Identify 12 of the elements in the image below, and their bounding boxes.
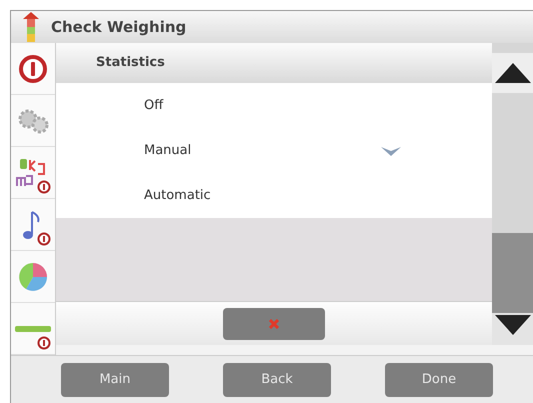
option-label: Automatic xyxy=(144,186,211,205)
down-arrow-icon xyxy=(494,315,530,335)
scroll-thumb[interactable] xyxy=(492,233,533,313)
option-label: Manual xyxy=(144,142,192,160)
option-label: Off xyxy=(144,96,164,115)
close-icon xyxy=(269,318,279,328)
up-arrow-icon xyxy=(494,63,530,83)
scroll-down-button[interactable] xyxy=(492,313,533,345)
window-title: Check Weighing xyxy=(51,16,186,38)
power-icon[interactable] xyxy=(18,54,48,84)
dialog-title: Statistics xyxy=(96,54,165,72)
scroll-up-button[interactable] xyxy=(492,53,533,93)
